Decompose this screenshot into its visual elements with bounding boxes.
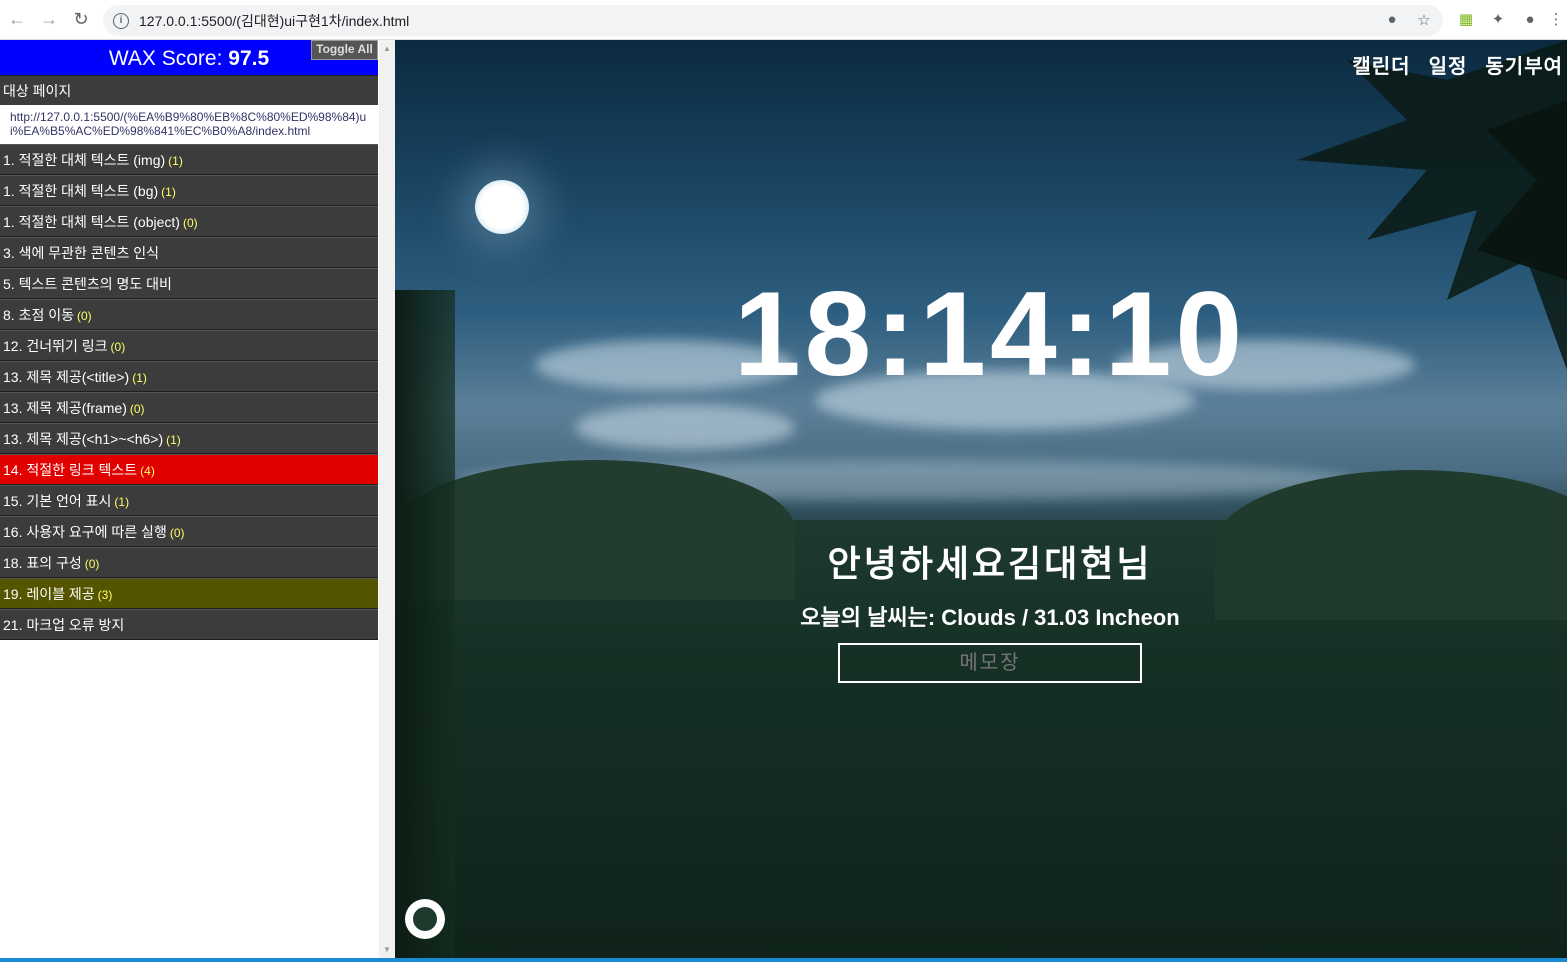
wax-item-label: 5. 텍스트 콘텐츠의 명도 대비 xyxy=(3,276,172,292)
wax-item-label: 19. 레이블 제공 xyxy=(3,586,95,602)
wax-item-count: (1) xyxy=(161,185,176,199)
target-page-url[interactable]: http://127.0.0.1:5500/(%EA%B9%80%EB%8C%8… xyxy=(0,106,378,144)
wax-item-count: (1) xyxy=(166,433,181,447)
extension-icon[interactable]: ▦ xyxy=(1455,9,1477,31)
wax-item[interactable]: 21. 마크업 오류 방지 xyxy=(0,609,378,640)
wax-item-count: (1) xyxy=(132,371,147,385)
wax-item-count: (1) xyxy=(168,154,183,168)
wax-score-value: 97.5 xyxy=(228,47,270,70)
wax-item-error[interactable]: 14. 적절한 링크 텍스트 (4) xyxy=(0,454,378,485)
wax-item[interactable]: 16. 사용자 요구에 따른 실행 (0) xyxy=(0,516,378,547)
browser-toolbar: ← → ↻ i 127.0.0.1:5500/(김대현)ui구현1차/index… xyxy=(0,0,1567,40)
wax-item[interactable]: 12. 건너뛰기 링크 (0) xyxy=(0,330,378,361)
wax-item[interactable]: 8. 초점 이동 (0) xyxy=(0,299,378,330)
wax-item-label: 13. 제목 제공(frame) xyxy=(3,400,127,416)
wax-item[interactable]: 5. 텍스트 콘텐츠의 명도 대비 xyxy=(0,268,378,299)
wax-item-label: 18. 표의 구성 xyxy=(3,555,82,571)
scroll-down-icon[interactable]: ▼ xyxy=(383,945,391,954)
github-cat-shape xyxy=(413,907,437,931)
wax-panel: WAX Score: 97.5 Toggle All 대상 페이지 http:/… xyxy=(0,40,395,958)
greeting: 안녕하세요김대현님 xyxy=(827,543,1153,584)
wax-item-label: 1. 적절한 대체 텍스트 (bg) xyxy=(3,183,159,199)
wax-item-label: 13. 제목 제공(<title>) xyxy=(3,369,130,385)
nav-calendar[interactable]: 캘린더 xyxy=(1352,50,1410,79)
wax-item[interactable]: 13. 제목 제공(<h1>~<h6>) (1) xyxy=(0,423,378,454)
wax-item[interactable]: 1. 적절한 대체 텍스트 (img) (1) xyxy=(0,144,378,175)
wax-item-list: 1. 적절한 대체 텍스트 (img) (1) 1. 적절한 대체 텍스트 (bg… xyxy=(0,144,378,640)
nav-schedule[interactable]: 일정 xyxy=(1429,50,1468,79)
wax-item-count: (0) xyxy=(84,557,100,571)
sidebar-scrollbar[interactable]: ▲ ▼ xyxy=(379,40,395,958)
weather-text: 오늘의 날씨는: Clouds / 31.03 Incheon xyxy=(800,605,1180,630)
wax-item-count: (0) xyxy=(182,216,198,230)
wax-item-label: 1. 적절한 대체 텍스트 (img) xyxy=(3,152,166,168)
memo-input[interactable] xyxy=(838,643,1142,683)
wax-item-label: 21. 마크업 오류 방지 xyxy=(3,617,125,633)
top-nav: 캘린더 일정 동기부여 xyxy=(1352,50,1563,79)
wax-item-label: 3. 색에 무관한 콘텐츠 인식 xyxy=(3,245,160,261)
wax-item[interactable]: 18. 표의 구성 (0) xyxy=(0,547,378,578)
wax-item-label: 14. 적절한 링크 텍스트 xyxy=(3,462,138,478)
wax-item[interactable]: 3. 색에 무관한 콘텐츠 인식 xyxy=(0,237,378,268)
wax-item-label: 13. 제목 제공(<h1>~<h6>) xyxy=(3,431,164,447)
wax-item[interactable]: 15. 기본 언어 표시 (1) xyxy=(0,485,378,516)
wax-item-label: 15. 기본 언어 표시 xyxy=(3,493,112,509)
wax-item[interactable]: 13. 제목 제공(<title>) (1) xyxy=(0,361,378,392)
wax-item-label: 16. 사용자 요구에 따른 실행 xyxy=(3,524,167,540)
wax-item[interactable]: 13. 제목 제공(frame) (0) xyxy=(0,392,378,423)
moon-image xyxy=(475,180,529,234)
wax-item-count: (0) xyxy=(110,340,126,354)
arrow-left-icon[interactable]: ← xyxy=(5,8,29,32)
wax-item-count: (0) xyxy=(169,526,185,540)
menu-icon[interactable]: ⋮ xyxy=(1545,9,1567,31)
clock: 18:14:10 xyxy=(733,267,1247,401)
wax-score-label: WAX Score: xyxy=(108,47,223,70)
wax-item-label: 12. 건너뛰기 링크 xyxy=(3,338,108,354)
arrow-right-icon[interactable]: → xyxy=(37,8,61,32)
location-pin-icon[interactable]: ● xyxy=(1383,11,1401,29)
wax-item-count: (0) xyxy=(76,309,92,323)
wax-item-count: (3) xyxy=(97,588,113,602)
wax-item-count: (1) xyxy=(114,495,130,509)
wax-item[interactable]: 1. 적절한 대체 텍스트 (bg) (1) xyxy=(0,175,378,206)
info-icon[interactable]: i xyxy=(113,12,129,29)
toggle-all-button[interactable]: Toggle All xyxy=(311,40,378,60)
background-cloud xyxy=(575,405,795,450)
wax-item-label: 8. 초점 이동 xyxy=(3,307,74,323)
reload-icon[interactable]: ↻ xyxy=(69,8,93,32)
wax-item-warning[interactable]: 19. 레이블 제공 (3) xyxy=(0,578,378,609)
star-icon[interactable]: ☆ xyxy=(1415,11,1433,29)
profile-icon[interactable]: ● xyxy=(1519,9,1541,31)
github-icon[interactable] xyxy=(405,899,445,939)
wax-item-label: 1. 적절한 대체 텍스트 (object) xyxy=(3,214,180,230)
wax-item-count: (0) xyxy=(129,402,145,416)
scroll-up-icon[interactable]: ▲ xyxy=(383,44,391,53)
target-page-label: 대상 페이지 xyxy=(0,75,378,105)
puzzle-icon[interactable]: ✦ xyxy=(1487,9,1509,31)
wax-item-count: (4) xyxy=(140,464,155,478)
address-url[interactable]: 127.0.0.1:5500/(김대현)ui구현1차/index.html xyxy=(139,11,409,31)
wax-item[interactable]: 1. 적절한 대체 텍스트 (object) (0) xyxy=(0,206,378,237)
status-bar xyxy=(0,958,1567,962)
main-page: 캘린더 일정 동기부여 18:14:10 안녕하세요김대현님 오늘의 날씨는: … xyxy=(395,40,1567,958)
address-bar[interactable]: i 127.0.0.1:5500/(김대현)ui구현1차/index.html … xyxy=(103,5,1443,36)
nav-motivation[interactable]: 동기부여 xyxy=(1485,50,1563,79)
